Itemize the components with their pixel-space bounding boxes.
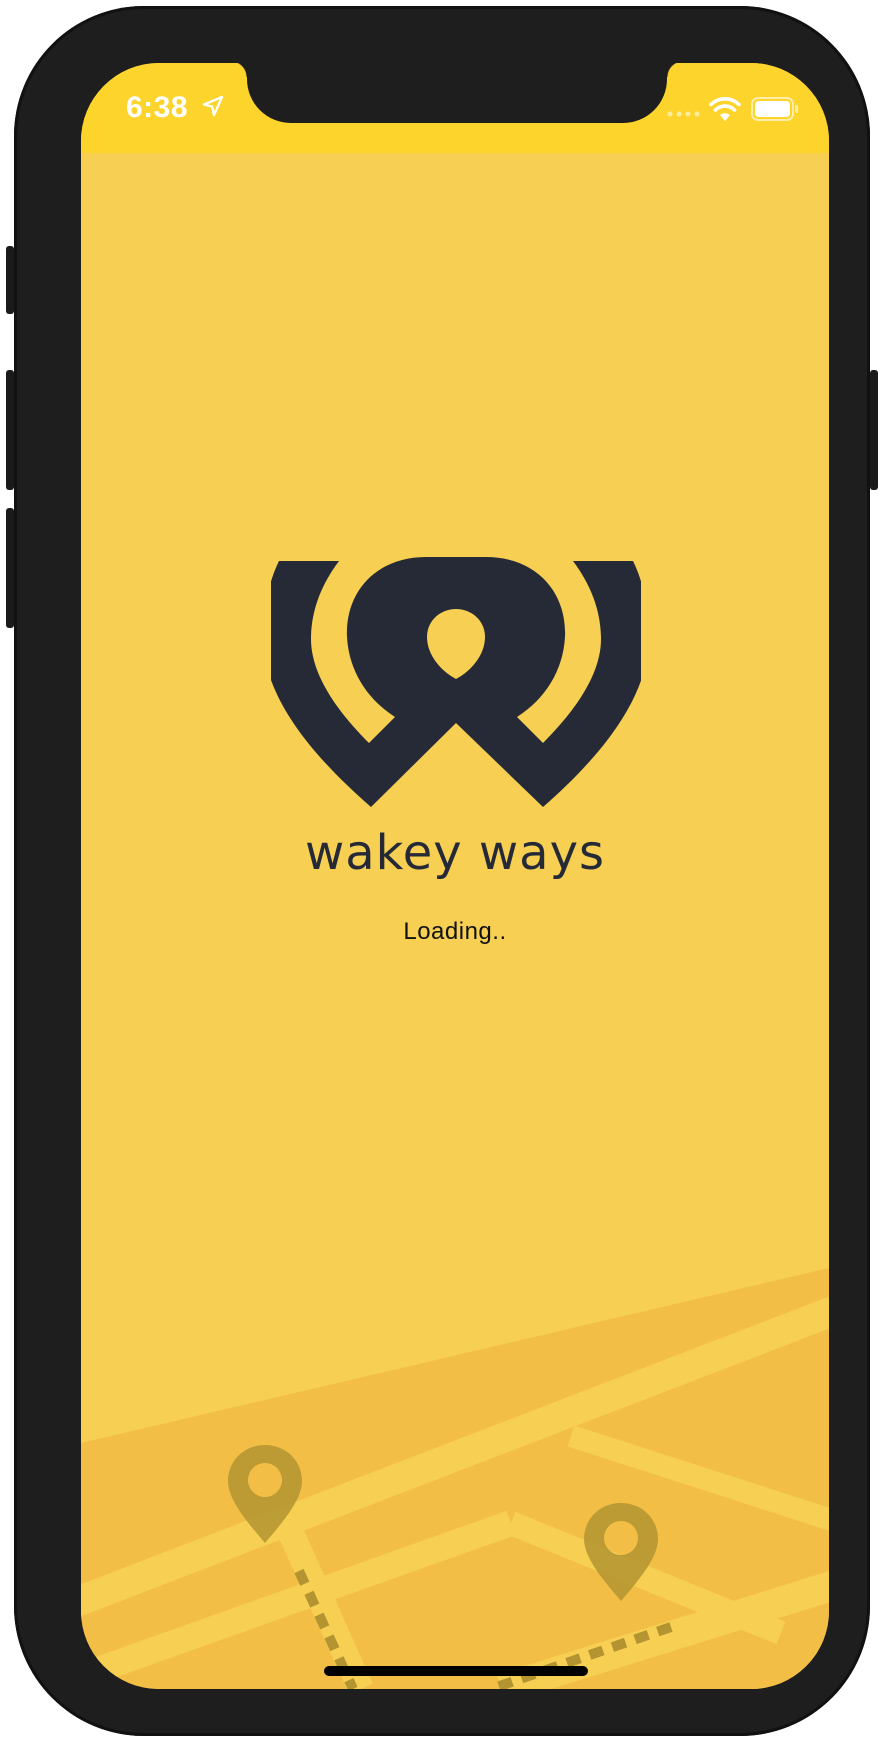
volume-down-button — [6, 508, 14, 628]
wakey-ways-logo — [271, 557, 641, 807]
status-bar: 6:38 — [81, 63, 829, 153]
device-mockup: 6:38 wakey ways Loading.. — [0, 0, 881, 1748]
notch — [231, 63, 683, 123]
signal-dots-icon — [667, 111, 700, 117]
brand-name: wakey ways — [304, 825, 606, 881]
phone-frame: 6:38 wakey ways Loading.. — [6, 6, 878, 1736]
map-pin-icon — [584, 1503, 658, 1601]
mute-switch — [6, 246, 14, 314]
app-screen: 6:38 wakey ways Loading.. — [81, 63, 829, 1689]
location-arrow-icon — [202, 95, 224, 117]
map-pin-icon — [228, 1445, 302, 1543]
power-button — [870, 370, 878, 490]
wifi-icon — [709, 97, 741, 121]
status-time: 6:38 — [126, 91, 189, 124]
battery-icon — [751, 97, 798, 121]
loading-text: Loading.. — [403, 918, 507, 945]
volume-up-button — [6, 370, 14, 490]
home-indicator[interactable] — [324, 1666, 588, 1676]
